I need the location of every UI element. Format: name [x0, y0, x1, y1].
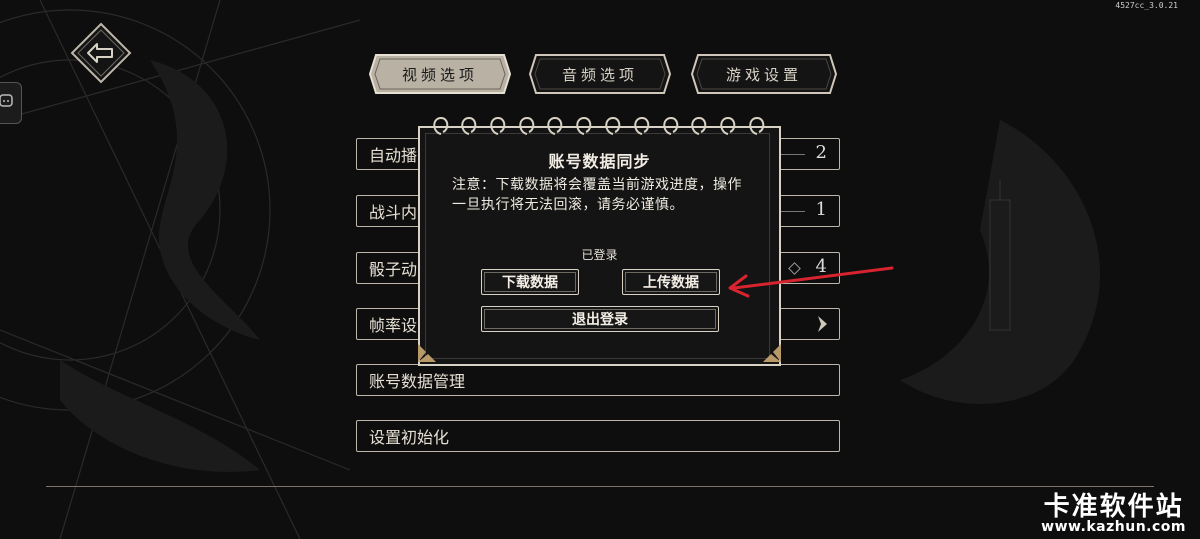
row-label: 设置初始化 [369, 428, 450, 447]
tab-video-options[interactable]: 视频选项 [368, 53, 512, 95]
watermark-name: 卡准软件站 [1043, 492, 1184, 522]
tab-video-label: 视频选项 [401, 65, 478, 84]
dialog-notice: 注意：下载数据将会覆盖当前游戏进度，操作一旦执行将无法回滚，请务必谨慎。 [452, 177, 742, 213]
side-chat-button[interactable] [0, 82, 22, 124]
corner-ornament-icon [418, 344, 436, 362]
row-label: 骰子动 [369, 260, 418, 279]
logout-button[interactable]: 退出登录 [481, 306, 719, 332]
dialog-title: 账号数据同步 [548, 152, 651, 171]
settings-row-account-data[interactable]: 账号数据管理 [356, 364, 840, 396]
site-watermark: 卡准软件站 www.kazhun.com [1041, 486, 1186, 535]
diamond-icon [788, 262, 801, 275]
upload-data-button[interactable]: 上传数据 [622, 269, 720, 295]
corner-ornament-icon [763, 344, 781, 362]
account-sync-dialog: 账号数据同步 注意：下载数据将会覆盖当前游戏进度，操作一旦执行将无法回滚，请务必… [418, 112, 781, 366]
tab-audio-options[interactable]: 音频选项 [528, 53, 672, 95]
divider-line [46, 486, 1154, 487]
tab-game-settings[interactable]: 游戏设置 [690, 53, 838, 95]
row-value: 1 [815, 199, 827, 220]
back-arrow-icon [70, 22, 132, 84]
tab-game-label: 游戏设置 [725, 65, 802, 84]
download-data-button[interactable]: 下载数据 [481, 269, 579, 295]
row-label: 账号数据管理 [369, 372, 466, 391]
settings-row-reset[interactable]: 设置初始化 [356, 420, 840, 452]
row-value: 2 [815, 142, 827, 163]
chevron-right-icon [818, 316, 827, 332]
row-label: 战斗内 [369, 203, 418, 222]
row-label: 自动播 [369, 146, 418, 165]
watermark-url: www.kazhun.com [1041, 519, 1186, 535]
login-status: 已登录 [581, 248, 618, 262]
back-button[interactable] [70, 22, 132, 84]
row-value: 4 [815, 256, 827, 277]
chat-bubble-icon [0, 94, 13, 107]
tab-audio-label: 音频选项 [561, 65, 638, 84]
notebook-rings-icon [433, 116, 765, 135]
version-label: 4527cc_3.0.21 [1115, 1, 1178, 10]
row-label: 帧率设 [369, 316, 418, 335]
